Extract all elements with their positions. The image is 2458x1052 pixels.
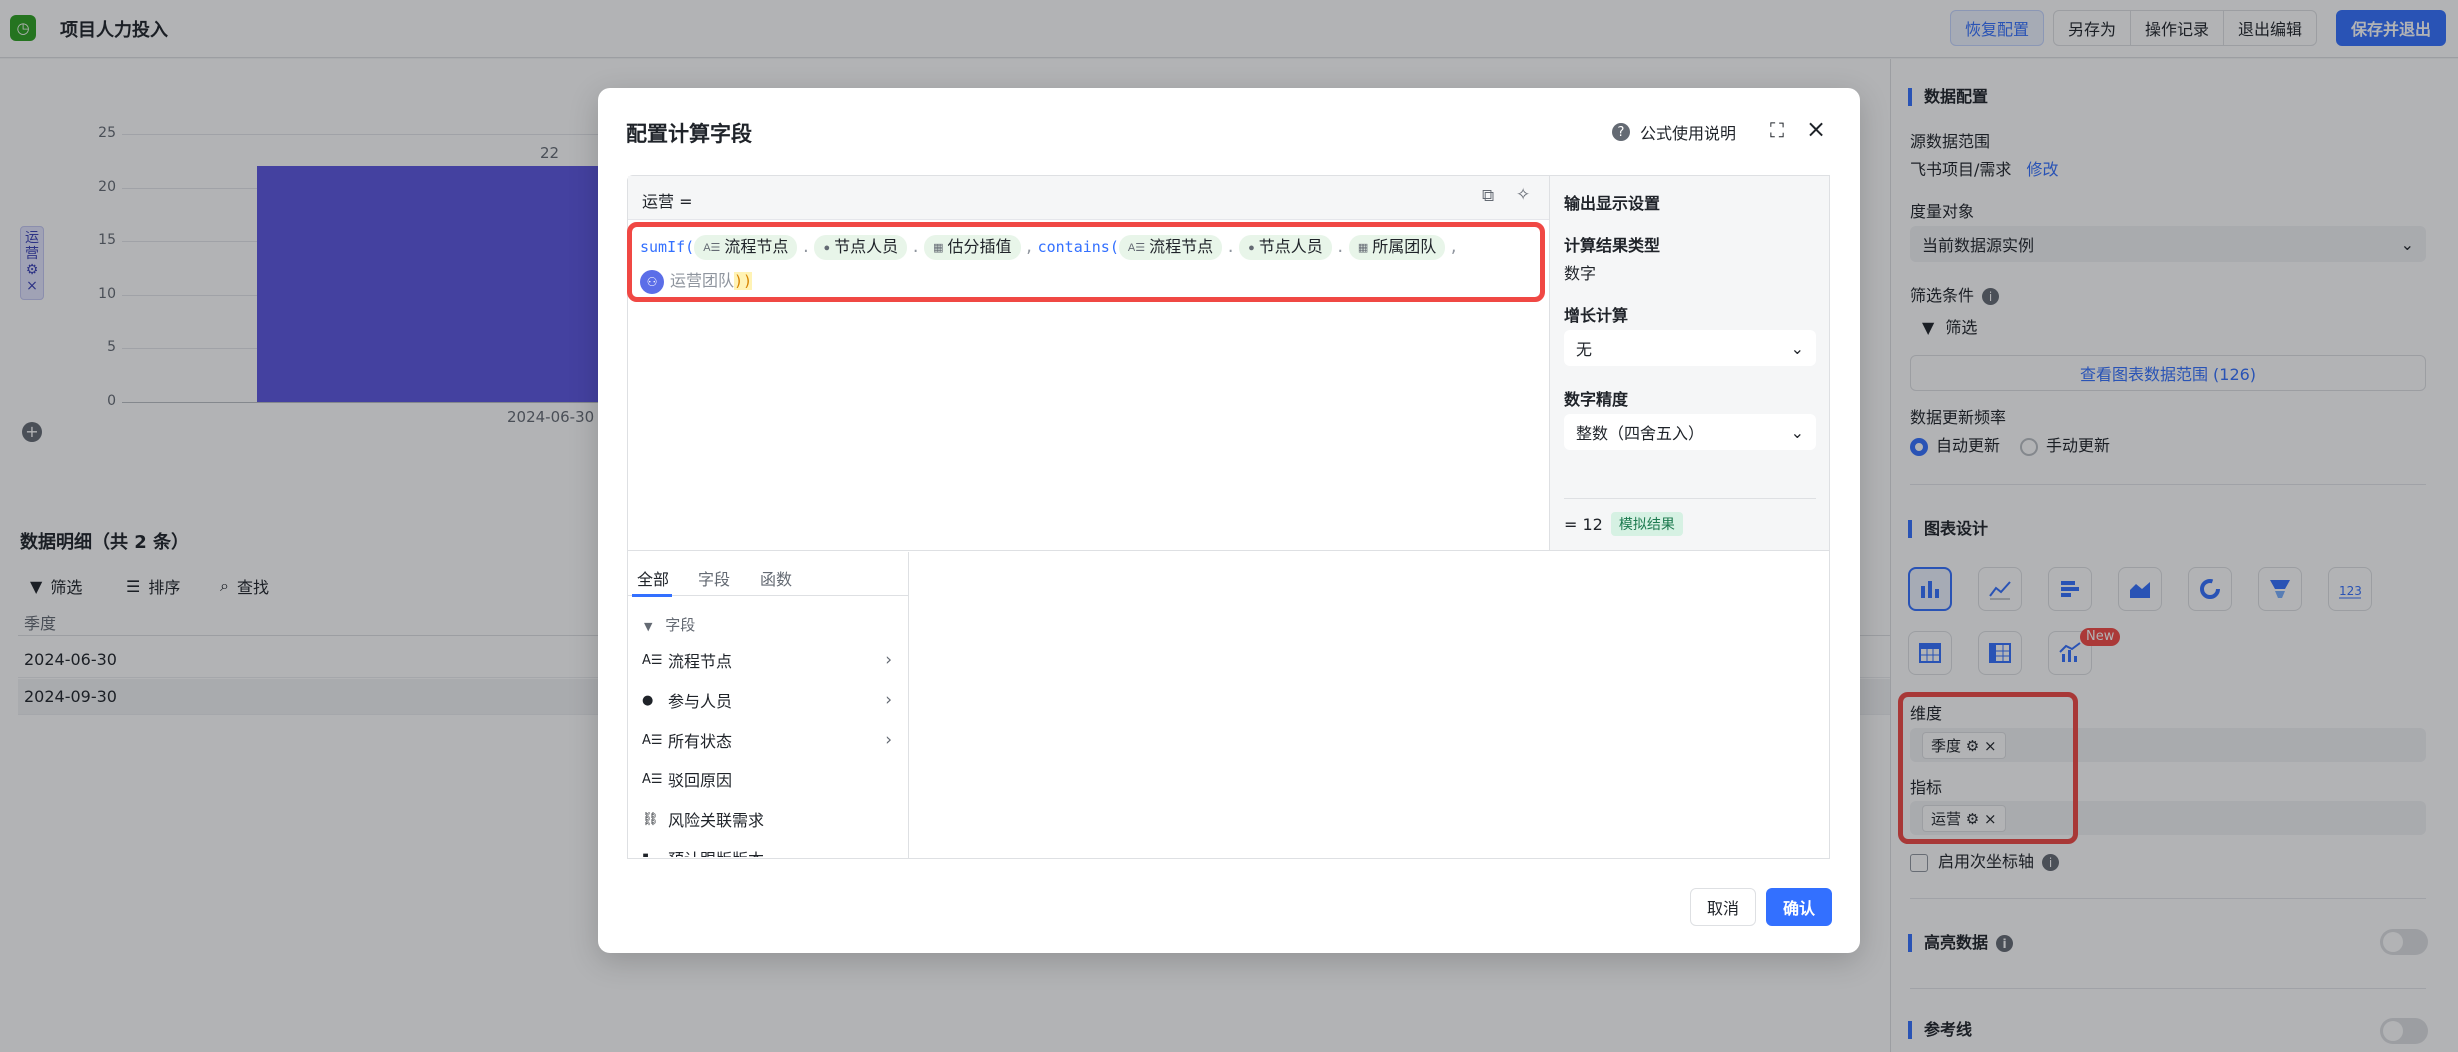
list-item[interactable]: A☰ 所有状态 › <box>642 725 892 755</box>
list-item-clipped[interactable]: ▮ 预计跟版版本 <box>642 843 892 857</box>
active-tab-underline <box>632 594 672 597</box>
output-settings-title: 输出显示设置 <box>1564 194 1661 213</box>
picker-divider <box>908 552 909 858</box>
field-item-label: 驳回原因 <box>668 771 733 790</box>
fullscreen-icon[interactable]: ⛶ <box>1770 118 1784 142</box>
field-item-label: 所有状态 <box>668 732 733 751</box>
list-item[interactable]: ▮ 预计跟版版本 <box>642 843 892 857</box>
list-item[interactable]: A☰ 流程节点 › <box>642 645 892 675</box>
precision-label: 数字精度 <box>1564 390 1629 409</box>
chevron-right-icon: › <box>885 690 892 710</box>
precision-value: 整数（四舍五入） <box>1576 424 1705 443</box>
growth-calc-label: 增长计算 <box>1564 306 1629 325</box>
chevron-down-icon: ⌄ <box>1790 422 1804 442</box>
text-field-icon: A☰ <box>642 771 663 787</box>
simulation-result: = 12 模拟结果 <box>1564 512 1683 536</box>
list-item[interactable]: ● 参与人员 › <box>642 685 892 715</box>
field-item-label: 预计跟版版本 <box>668 846 764 857</box>
formula-help-label: 公式使用说明 <box>1640 124 1737 143</box>
field-item-label: 流程节点 <box>668 652 733 671</box>
list-item[interactable]: ⛓ 风险关联需求 <box>642 804 892 834</box>
copy-icon[interactable]: ⧉ <box>1482 186 1494 206</box>
caret-down-icon: ▼ <box>644 620 653 633</box>
simulation-tag: 模拟结果 <box>1610 512 1683 536</box>
chevron-right-icon: › <box>885 730 892 750</box>
tab-all[interactable]: 全部 <box>637 566 669 590</box>
formula-help-link[interactable]: ? 公式使用说明 <box>1612 120 1736 144</box>
magic-wand-icon[interactable]: ✧ <box>1516 185 1530 205</box>
field-item-label: 风险关联需求 <box>668 811 765 830</box>
result-type-label: 计算结果类型 <box>1564 236 1661 255</box>
field-group-header[interactable]: ▼ 字段 <box>644 614 695 635</box>
growth-calc-select[interactable]: 无 ⌄ <box>1564 330 1816 366</box>
formula-annotation-box <box>627 222 1545 302</box>
person-icon: ● <box>642 692 654 708</box>
formula-editor-header <box>628 176 1549 220</box>
close-icon[interactable]: × <box>1806 115 1826 143</box>
chevron-right-icon: › <box>885 650 892 670</box>
sim-divider <box>1564 498 1816 499</box>
tab-functions[interactable]: 函数 <box>760 566 792 590</box>
result-type-value: 数字 <box>1564 264 1597 283</box>
text-field-icon: A☰ <box>642 652 663 668</box>
chevron-down-icon: ⌄ <box>1790 338 1804 358</box>
confirm-button[interactable]: 确认 <box>1766 888 1832 926</box>
field-icon: ▮ <box>642 851 662 858</box>
text-field-icon: A☰ <box>642 732 663 748</box>
field-item-label: 参与人员 <box>668 692 733 711</box>
simulation-value: = 12 <box>1564 514 1603 534</box>
field-group-label: 字段 <box>665 616 696 634</box>
list-item[interactable]: A☰ 驳回原因 <box>642 764 892 794</box>
question-icon: ? <box>1612 123 1630 141</box>
growth-calc-value: 无 <box>1576 340 1593 359</box>
modal-title: 配置计算字段 <box>626 122 752 146</box>
cancel-button[interactable]: 取消 <box>1690 888 1756 926</box>
precision-select[interactable]: 整数（四舍五入） ⌄ <box>1564 414 1816 450</box>
link-icon: ⛓ <box>642 811 659 827</box>
formula-target-label: 运营 = <box>642 192 693 211</box>
tab-fields[interactable]: 字段 <box>698 566 730 590</box>
